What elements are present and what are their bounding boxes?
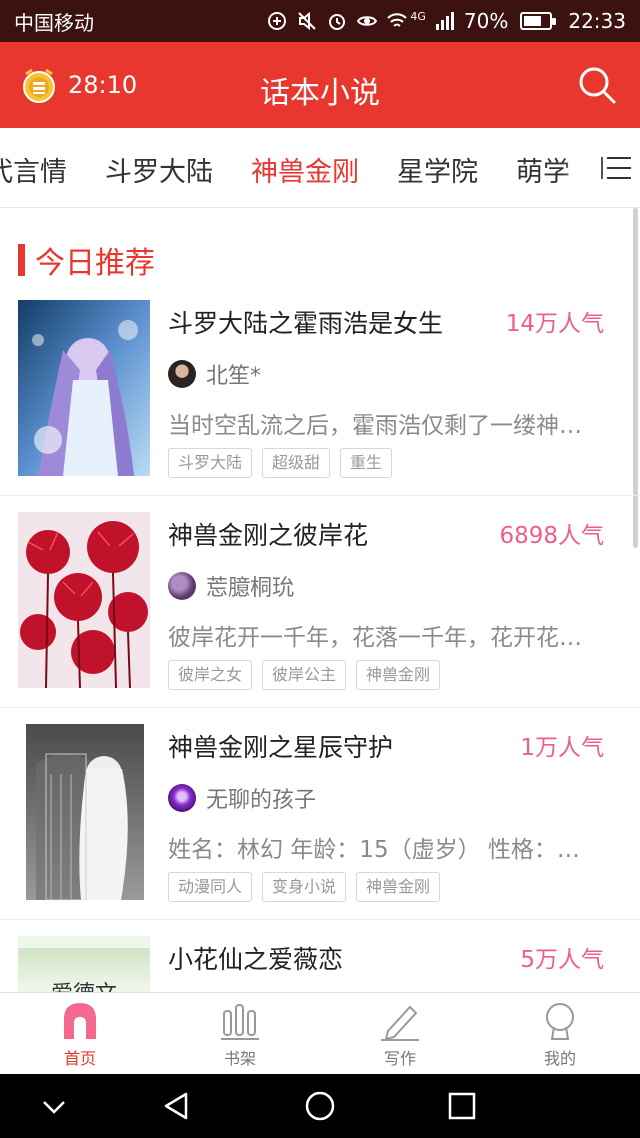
book-cover[interactable] (18, 300, 150, 476)
author-row[interactable]: 北笙* (168, 358, 261, 390)
book-cover[interactable] (18, 512, 150, 688)
menu-icon (601, 157, 631, 179)
book-title: 神兽金刚之星辰守护 (168, 733, 394, 762)
author-avatar (168, 360, 196, 388)
nav-home[interactable]: 首页 (0, 993, 160, 1074)
book-title: 神兽金刚之彼岸花 (168, 521, 369, 550)
book-cover[interactable]: 爱德文 (18, 936, 150, 992)
home-circle-icon[interactable] (302, 1088, 338, 1124)
popularity-count: 14万人气 (505, 311, 604, 337)
author-name: 莣臆桐玧 (206, 576, 295, 601)
tab-2[interactable]: 斗罗大陆 (105, 150, 213, 189)
alarm-icon (329, 14, 346, 30)
tag[interactable]: 动漫同人 (168, 872, 253, 902)
carrier-name: 中国移动 (14, 10, 94, 35)
bottom-nav: 首页 书架 写作 我的 (0, 992, 640, 1074)
app-header: 28:10 话本小说 (0, 42, 640, 128)
tag[interactable]: 彼岸之女 (168, 660, 253, 690)
book-item[interactable]: 斗罗大陆之霍雨浩是女生 14万人气 北笙* 当时空乱流之后，霍雨浩仅剩了一缕神…… (0, 284, 640, 496)
nav-bookshelf[interactable]: 书架 (160, 993, 320, 1074)
category-tabs: 代言情斗罗大陆神兽金刚星学院萌学 (0, 128, 640, 208)
clock: 22:33 (568, 9, 626, 33)
eye-icon (357, 16, 378, 26)
tab-1[interactable]: 代言情 (0, 150, 67, 189)
system-nav-bar (0, 1074, 640, 1138)
back-icon[interactable] (158, 1088, 194, 1124)
tag-list: 彼岸之女 彼岸公主 神兽金刚 (168, 660, 441, 690)
author-avatar (168, 572, 196, 600)
book-item[interactable]: 神兽金刚之彼岸花 6898人气 莣臆桐玧 彼岸花开一千年，花落一千年，花开花… … (0, 496, 640, 708)
nav-write[interactable]: 写作 (320, 993, 480, 1074)
section-header: 今日推荐 (18, 238, 155, 282)
author-avatar (168, 784, 196, 812)
tag[interactable]: 变身小说 (262, 872, 347, 902)
book-item[interactable]: 神兽金刚之星辰守护 1万人气 无聊的孩子 姓名：林幻 年龄：15（虚岁） 性格：… (0, 708, 640, 920)
nav-label: 我的 (543, 1049, 576, 1068)
author-row[interactable]: 无聊的孩子 (168, 782, 316, 814)
book-item[interactable]: 爱德文 小花仙之爱薇恋 5万人气 (0, 920, 640, 992)
timer-text: 28:10 (68, 71, 138, 99)
tag[interactable]: 斗罗大陆 (168, 448, 253, 478)
tag-list: 动漫同人 变身小说 神兽金刚 (168, 872, 441, 902)
nav-label: 首页 (63, 1049, 96, 1068)
status-icons: 4G 70% 22:33 (266, 9, 626, 33)
reading-timer[interactable]: 28:10 (18, 64, 137, 106)
nav-label: 书架 (223, 1049, 256, 1068)
author-name: 无聊的孩子 (206, 788, 317, 813)
book-description: 当时空乱流之后，霍雨浩仅剩了一缕神… (168, 413, 582, 439)
battery-percent: 70% (463, 9, 509, 33)
category-menu-button[interactable] (562, 128, 640, 207)
tabs-track: 代言情斗罗大陆神兽金刚星学院萌学 (0, 150, 570, 189)
network-type: 4G (410, 9, 426, 23)
nav-label: 写作 (383, 1049, 416, 1068)
recents-icon[interactable] (444, 1088, 480, 1124)
alarm-off-icon (268, 12, 287, 30)
popularity-count: 1万人气 (520, 735, 604, 761)
section-title: 今日推荐 (35, 246, 155, 281)
tag[interactable]: 彼岸公主 (262, 660, 347, 690)
book-title: 小花仙之爱薇恋 (168, 945, 344, 974)
tag[interactable]: 重生 (340, 448, 393, 478)
book-title: 斗罗大陆之霍雨浩是女生 (168, 309, 444, 338)
book-cover[interactable] (26, 724, 144, 900)
chevron-down-icon[interactable] (36, 1088, 72, 1124)
wifi-icon (387, 13, 408, 27)
tab-4[interactable]: 星学院 (397, 150, 478, 189)
bookshelf-icon (221, 1004, 259, 1040)
alarm-clock-icon (23, 68, 55, 103)
cover-title-text: 爱德文 (18, 976, 150, 992)
book-description: 姓名：林幻 年龄：15（虚岁） 性格：… (168, 837, 580, 863)
book-list[interactable]: 今日推荐 斗罗大陆之霍雨浩是女生 14万人气 北笙* 当时空乱流之后，霍雨浩仅剩… (0, 208, 640, 992)
tag[interactable]: 超级甜 (262, 448, 331, 478)
section-marker (18, 244, 25, 276)
home-icon (64, 1003, 96, 1039)
book-description: 彼岸花开一千年，花落一千年，花开花… (168, 625, 582, 651)
nav-profile[interactable]: 我的 (480, 993, 640, 1074)
pen-icon (381, 1005, 419, 1041)
status-bar: 中国移动 4G 70% 22:33 (0, 0, 640, 42)
author-row[interactable]: 莣臆桐玧 (168, 570, 294, 602)
mute-icon (298, 11, 317, 31)
battery-icon (520, 12, 557, 30)
tag[interactable]: 神兽金刚 (356, 872, 441, 902)
tab-3[interactable]: 神兽金刚 (251, 150, 359, 189)
tag[interactable]: 神兽金刚 (356, 660, 441, 690)
author-name: 北笙* (206, 364, 262, 389)
popularity-count: 6898人气 (499, 523, 604, 549)
search-icon[interactable] (576, 64, 618, 106)
profile-icon (546, 1003, 574, 1040)
tag-list: 斗罗大陆 超级甜 重生 (168, 448, 393, 478)
popularity-count: 5万人气 (520, 947, 604, 973)
signal-icon (435, 12, 454, 30)
